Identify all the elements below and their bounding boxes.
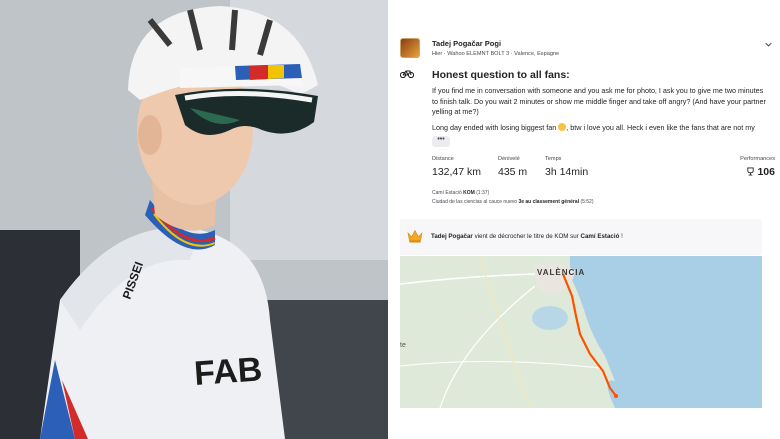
activity-post: Tadej Pogačar Pogi Hier · Wahoo ELEMNT B… xyxy=(400,28,775,205)
activity-description: If you find me in conversation with some… xyxy=(432,86,766,116)
more-button[interactable]: ••• xyxy=(432,136,450,147)
map-edge-label: te xyxy=(400,342,406,349)
crown-icon xyxy=(407,229,423,243)
athlete-avatar[interactable] xyxy=(400,38,420,58)
athlete-name[interactable]: Tadej Pogačar Pogi xyxy=(432,39,501,48)
stat-distance: Distance 132,47 km xyxy=(432,156,482,178)
trophy-icon xyxy=(747,167,755,176)
kom-text: Tadej Pogačar vient de décrocher le titr… xyxy=(431,233,623,240)
post-header: Tadej Pogačar Pogi Hier · Wahoo ELEMNT B… xyxy=(400,28,775,62)
chevron-down-icon[interactable] xyxy=(765,41,772,48)
activity-card: Tadej Pogačar Pogi Hier · Wahoo ELEMNT B… xyxy=(388,0,780,439)
kom-notice[interactable]: Tadej Pogačar vient de décrocher le titr… xyxy=(400,219,762,255)
segment-row[interactable]: Camí Estació KOM (1:37) xyxy=(432,190,489,196)
activity-description-continued: Long day ended with losing biggest fan ,… xyxy=(432,123,755,132)
bike-icon xyxy=(400,70,414,78)
rider-photo: FAB PISSEI xyxy=(0,0,388,439)
map-city-label: VALÈNCIA xyxy=(537,268,586,277)
stat-time: Temps 3h 14min xyxy=(545,156,589,178)
route-map[interactable]: VALÈNCIA te xyxy=(400,256,762,408)
stat-performance[interactable]: Performances 106 xyxy=(740,156,775,178)
activity-title[interactable]: Honest question to all fans: xyxy=(432,69,570,81)
activity-meta: Hier · Wahoo ELEMNT BOLT 3 · Valence, Es… xyxy=(432,51,560,57)
stat-elevation: Dénivelé 435 m xyxy=(498,156,528,178)
segment-row[interactable]: Ciudad de las ciencias al cauce nuevo 3e… xyxy=(432,199,594,205)
activity-stats: Distance 132,47 km Dénivelé 435 m Temps … xyxy=(432,156,775,186)
svg-text:FAB: FAB xyxy=(193,350,263,393)
